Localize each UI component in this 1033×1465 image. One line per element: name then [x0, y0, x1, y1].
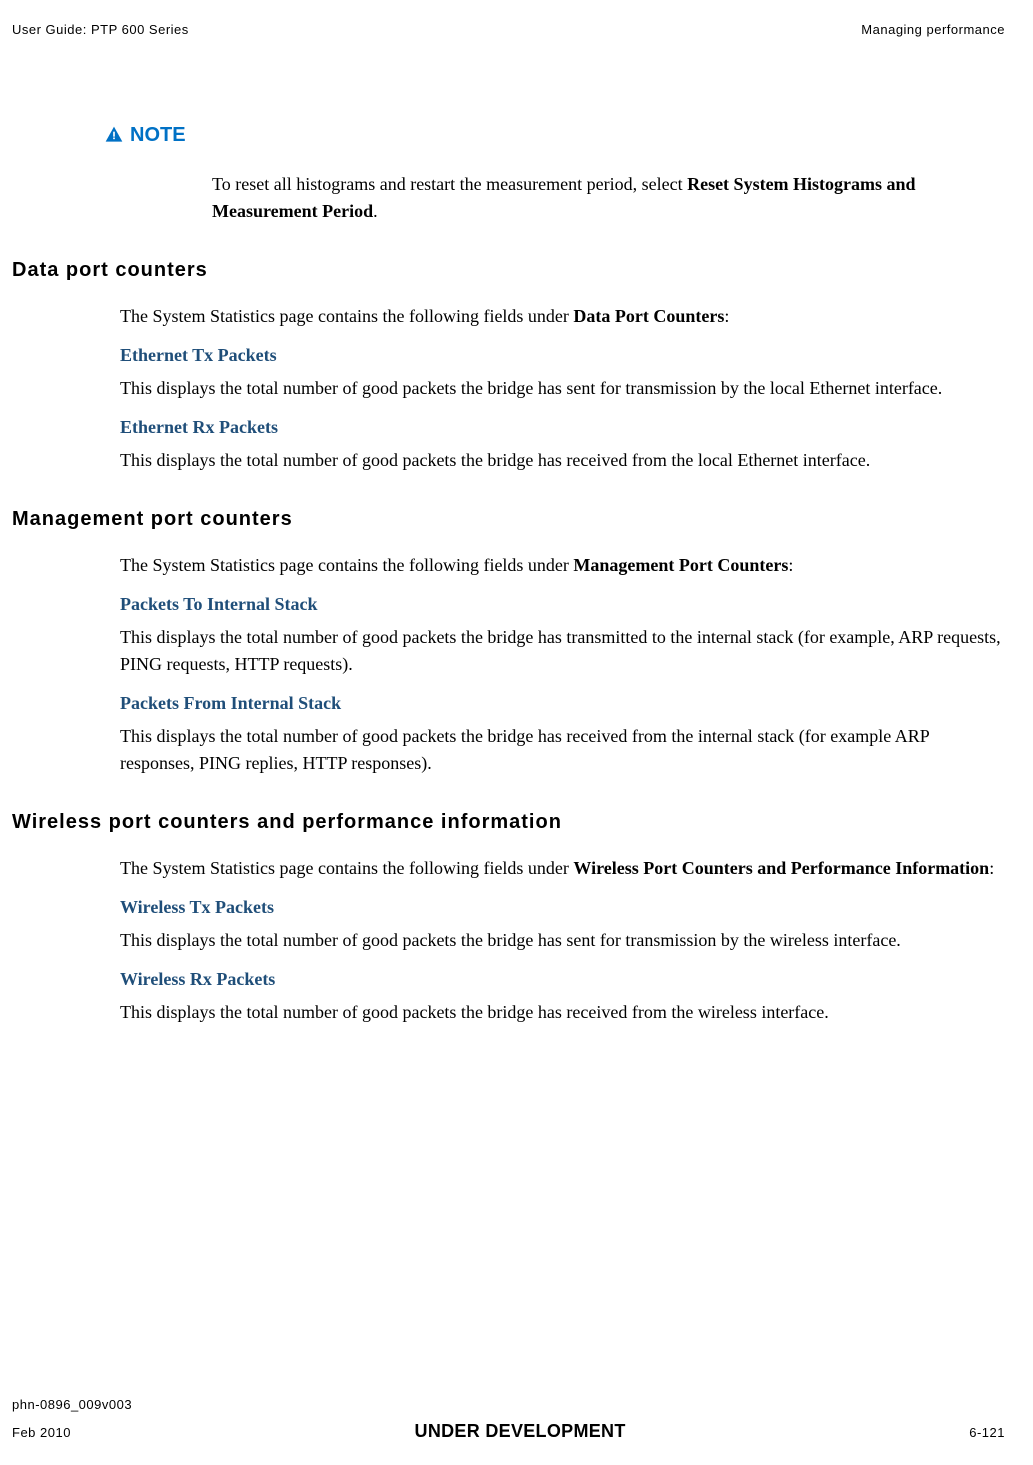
note-badge-inner: NOTE — [104, 120, 186, 150]
header-right: Managing performance — [861, 20, 1005, 40]
section-wireless-port-counters: Wireless port counters and performance i… — [12, 807, 1005, 1026]
field-body: This displays the total number of good p… — [120, 927, 1005, 954]
note-text-pre: To reset all histograms and restart the … — [212, 174, 687, 194]
intro-pre: The System Statistics page contains the … — [120, 306, 573, 326]
header-left: User Guide: PTP 600 Series — [12, 20, 189, 40]
note-text: To reset all histograms and restart the … — [212, 171, 1005, 225]
field-title: Wireless Tx Packets — [120, 894, 1005, 921]
intro-post: : — [788, 555, 793, 575]
page-footer: phn-0896_009v003 Feb 2010 UNDER DEVELOPM… — [12, 1395, 1005, 1446]
note-text-post: . — [373, 201, 378, 221]
footer-page: 6-121 — [969, 1423, 1005, 1443]
field-body: This displays the total number of good p… — [120, 375, 1005, 402]
field-title: Packets From Internal Stack — [120, 690, 1005, 717]
section-intro: The System Statistics page contains the … — [120, 552, 1005, 579]
field-title: Ethernet Rx Packets — [120, 414, 1005, 441]
page-content: NOTE To reset all histograms and restart… — [12, 100, 1005, 1038]
page-header: User Guide: PTP 600 Series Managing perf… — [12, 20, 1005, 40]
section-heading: Wireless port counters and performance i… — [12, 807, 1005, 837]
field-title: Ethernet Tx Packets — [120, 342, 1005, 369]
field-title: Wireless Rx Packets — [120, 966, 1005, 993]
section-heading: Management port counters — [12, 504, 1005, 534]
intro-bold: Wireless Port Counters and Performance I… — [573, 858, 989, 878]
intro-pre: The System Statistics page contains the … — [120, 555, 573, 575]
section-intro: The System Statistics page contains the … — [120, 303, 1005, 330]
note-label: NOTE — [130, 120, 186, 150]
section-data-port-counters: Data port counters The System Statistics… — [12, 255, 1005, 474]
section-intro: The System Statistics page contains the … — [120, 855, 1005, 882]
intro-bold: Data Port Counters — [573, 306, 724, 326]
footer-status: UNDER DEVELOPMENT — [415, 1418, 626, 1445]
note-badge: NOTE — [104, 120, 1005, 153]
intro-post: : — [989, 858, 994, 878]
intro-pre: The System Statistics page contains the … — [120, 858, 573, 878]
field-body: This displays the total number of good p… — [120, 723, 1005, 777]
field-body: This displays the total number of good p… — [120, 624, 1005, 678]
field-body: This displays the total number of good p… — [120, 999, 1005, 1026]
section-heading: Data port counters — [12, 255, 1005, 285]
footer-doc-id: phn-0896_009v003 — [12, 1395, 1005, 1415]
field-title: Packets To Internal Stack — [120, 591, 1005, 618]
intro-bold: Management Port Counters — [573, 555, 788, 575]
footer-date: Feb 2010 — [12, 1423, 71, 1443]
field-body: This displays the total number of good p… — [120, 447, 1005, 474]
note-icon — [104, 125, 124, 145]
section-management-port-counters: Management port counters The System Stat… — [12, 504, 1005, 777]
intro-post: : — [724, 306, 729, 326]
